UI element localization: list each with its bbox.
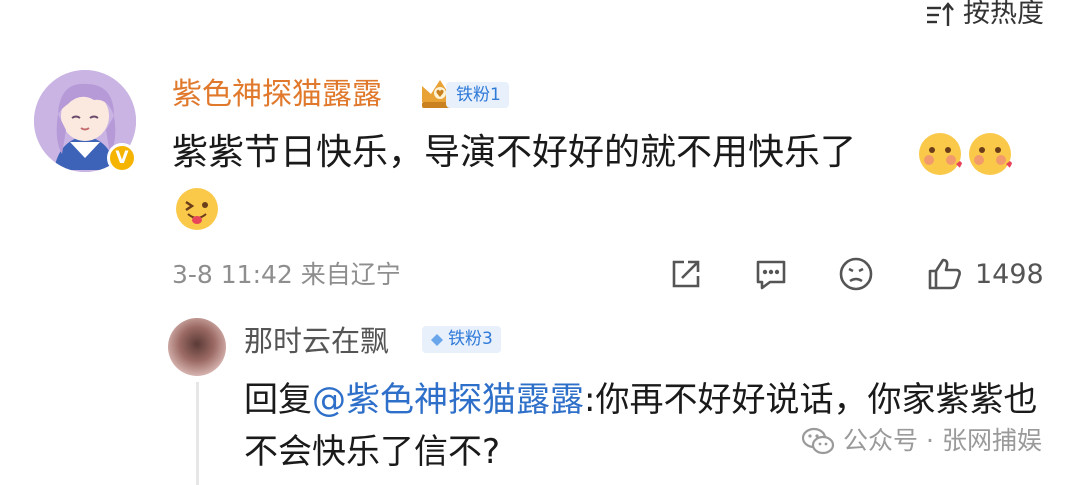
share-icon[interactable] [668, 256, 704, 292]
blush-emoji-icon [969, 133, 1013, 175]
comment-icon[interactable] [752, 256, 790, 292]
verified-badge-icon: V [107, 143, 137, 173]
wechat-icon [801, 427, 835, 455]
comment-timestamp: 3-8 11:42 [172, 260, 293, 289]
comment-text: 紫紫节日快乐，导演不好好的就不用快乐了 [172, 132, 857, 173]
blush-emoji-icon [919, 133, 963, 175]
reply-thread-line [196, 382, 199, 485]
svg-text:♥: ♥ [436, 89, 445, 100]
reply-username[interactable]: 那时云在飘 [244, 322, 389, 360]
tongue-wink-emoji-icon [176, 188, 218, 230]
watermark-separator: · [926, 426, 934, 455]
mention-link[interactable]: @紫色神探猫露露 [312, 380, 584, 420]
sort-toggle[interactable]: 按热度 [925, 0, 1044, 32]
fan-level-badge-label: 铁粉3 [448, 329, 493, 349]
diamond-icon [431, 333, 443, 346]
reply-prefix: 回复 [244, 380, 312, 420]
fan-level-badge: 铁粉1 [446, 82, 509, 108]
sort-icon [927, 2, 954, 26]
dislike-icon[interactable] [838, 256, 874, 292]
like-count: 1498 [975, 259, 1044, 290]
watermark-author: 张网捕娱 [941, 426, 1042, 455]
like-icon[interactable] [926, 256, 964, 292]
watermark: 公众号 · 张网捕娱 [801, 424, 1042, 458]
sort-label: 按热度 [963, 0, 1044, 29]
watermark-source: 公众号 [843, 426, 919, 455]
fan-level-badge: 铁粉3 [422, 326, 501, 353]
comment-location: 来自辽宁 [300, 260, 401, 289]
comment-meta: 3-8 11:42 来自辽宁 [172, 258, 401, 292]
reply-avatar[interactable] [168, 318, 226, 376]
comment-username[interactable]: 紫色神探猫露露 [172, 75, 382, 115]
